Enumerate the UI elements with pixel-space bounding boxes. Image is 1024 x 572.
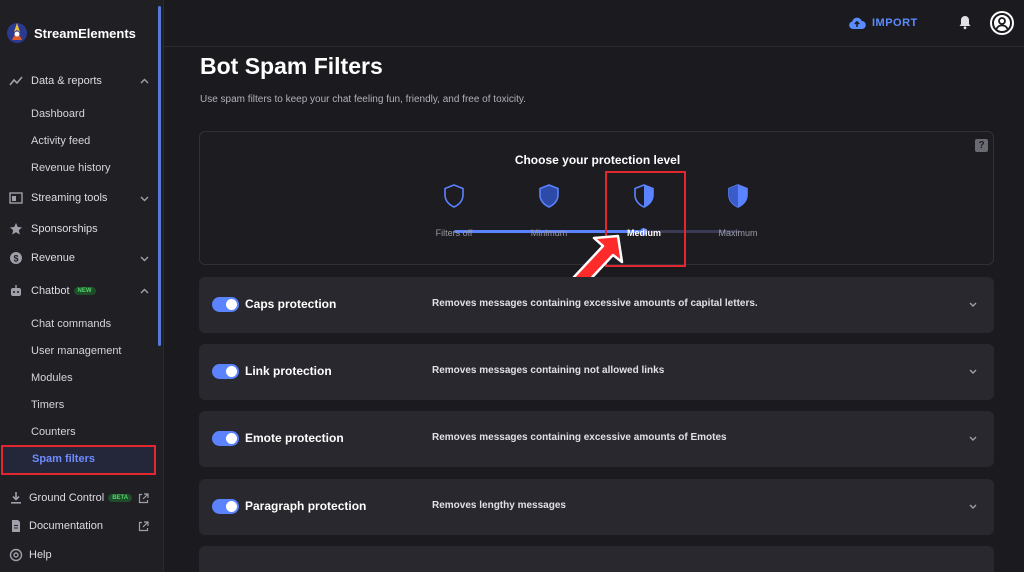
sidebar-section-ground-control[interactable]: Ground Control BETA: [9, 488, 149, 508]
filter-row-emote[interactable]: Emote protection Removes messages contai…: [199, 411, 994, 467]
sidebar-item-chat-commands[interactable]: Chat commands: [31, 316, 111, 332]
chevron-down-icon[interactable]: [968, 366, 978, 376]
protection-level-title: Choose your protection level: [514, 153, 681, 167]
caps-protection-toggle[interactable]: [212, 297, 239, 312]
protection-option-maximum[interactable]: Maximum: [698, 184, 778, 238]
shield-outline-icon: [444, 184, 464, 208]
filter-row-paragraph[interactable]: Paragraph protection Removes lengthy mes…: [199, 479, 994, 535]
robot-icon: [9, 284, 23, 298]
external-link-icon: [138, 492, 149, 504]
sidebar-section-sponsorships[interactable]: Sponsorships: [9, 219, 149, 239]
paragraph-protection-toggle[interactable]: [212, 499, 239, 514]
sidebar-section-chatbot[interactable]: Chatbot NEW: [9, 281, 149, 301]
shield-half-icon: [539, 184, 559, 208]
sidebar-scrollbar[interactable]: [158, 6, 161, 346]
sidebar-item-user-management[interactable]: User management: [31, 343, 122, 359]
help-icon[interactable]: ?: [975, 139, 988, 152]
svg-text:$: $: [13, 254, 18, 264]
chevron-down-icon: [139, 193, 149, 203]
cloud-upload-icon: [848, 16, 866, 30]
import-button[interactable]: IMPORT: [848, 14, 918, 32]
new-badge: NEW: [73, 287, 96, 296]
help-circle-icon: [9, 548, 23, 562]
link-protection-toggle[interactable]: [212, 364, 239, 379]
chart-line-icon: [9, 74, 23, 88]
sidebar-item-activity-feed[interactable]: Activity feed: [31, 133, 90, 149]
chevron-down-icon[interactable]: [968, 433, 978, 443]
sidebar-section-data-reports[interactable]: Data & reports: [9, 71, 149, 91]
chevron-down-icon[interactable]: [968, 501, 978, 511]
star-icon: [9, 222, 23, 236]
user-icon: [992, 13, 1012, 33]
avatar[interactable]: [990, 11, 1014, 35]
sidebar-item-modules[interactable]: Modules: [31, 370, 73, 386]
sidebar-item-revenue-history[interactable]: Revenue history: [31, 160, 111, 176]
brand[interactable]: StreamElements: [6, 18, 136, 48]
dollar-icon: $: [9, 251, 23, 265]
sidebar-section-revenue[interactable]: $ Revenue: [9, 248, 149, 268]
topbar: IMPORT: [164, 0, 1024, 47]
sidebar-item-dashboard[interactable]: Dashboard: [31, 106, 85, 122]
sidebar-section-help[interactable]: Help: [9, 545, 149, 565]
overlay-icon: [9, 191, 23, 205]
sidebar-item-spam-filters[interactable]: Spam filters: [1, 445, 156, 475]
beta-badge: BETA: [108, 494, 133, 503]
filter-row-caps[interactable]: Caps protection Removes messages contain…: [199, 277, 994, 333]
brand-name: StreamElements: [34, 25, 136, 41]
sidebar-item-counters[interactable]: Counters: [31, 424, 76, 440]
sidebar: StreamElements Data & reports Dashboard …: [0, 0, 164, 572]
chevron-down-icon: [139, 253, 149, 263]
emote-protection-toggle[interactable]: [212, 431, 239, 446]
filter-row-partial[interactable]: [199, 546, 994, 572]
sidebar-section-documentation[interactable]: Documentation: [9, 516, 149, 536]
streamelements-logo-icon: [6, 20, 28, 46]
sidebar-item-timers[interactable]: Timers: [31, 397, 64, 413]
page-title: Bot Spam Filters: [200, 53, 383, 79]
document-icon: [9, 519, 23, 533]
shield-filled-icon: [728, 184, 748, 208]
download-icon: [9, 491, 23, 505]
page-subtitle: Use spam filters to keep your chat feeli…: [200, 94, 526, 105]
protection-option-filters-off[interactable]: Filters off: [414, 184, 494, 238]
bell-icon[interactable]: [958, 14, 972, 30]
chevron-down-icon[interactable]: [968, 299, 978, 309]
external-link-icon: [138, 520, 149, 532]
chevron-up-icon: [139, 286, 149, 296]
filter-row-link[interactable]: Link protection Removes messages contain…: [199, 344, 994, 400]
sidebar-section-streaming-tools[interactable]: Streaming tools: [9, 188, 149, 208]
chevron-up-icon: [139, 76, 149, 86]
